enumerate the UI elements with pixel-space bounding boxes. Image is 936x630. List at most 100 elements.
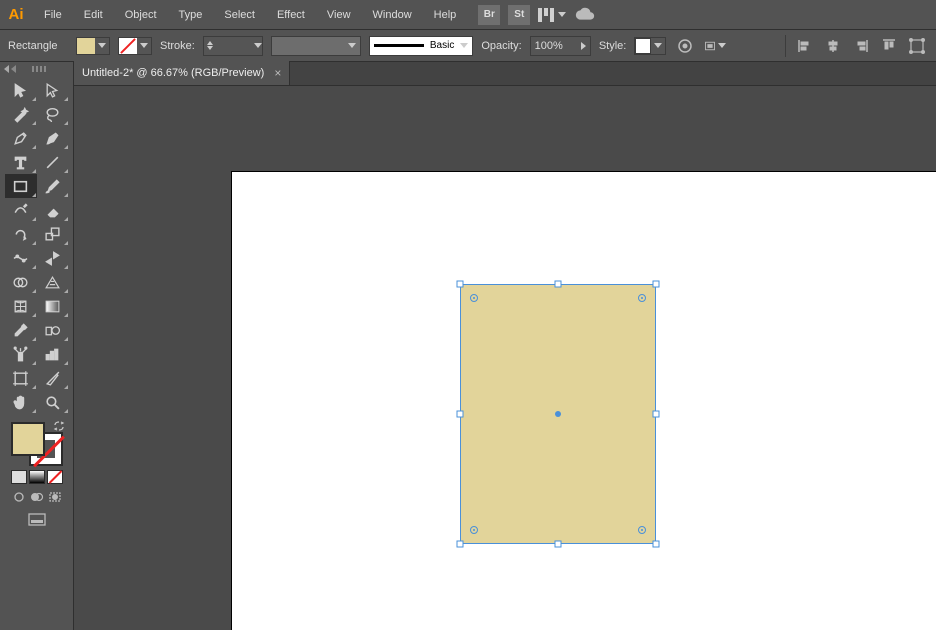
chevron-down-icon: [558, 12, 566, 17]
slice-tool[interactable]: [37, 366, 69, 390]
document-area: Untitled-2* @ 66.67% (RGB/Preview) ×: [74, 62, 936, 630]
color-mode-row: [11, 470, 63, 484]
arrange-docs-icon: [538, 8, 554, 22]
swap-fill-stroke-icon[interactable]: [53, 420, 65, 435]
align-left-button[interactable]: [794, 36, 816, 56]
curvature-tool[interactable]: [37, 126, 69, 150]
lasso-tool[interactable]: [37, 102, 69, 126]
bridge-button[interactable]: Br: [478, 5, 500, 25]
perspective-grid-tool[interactable]: [37, 270, 69, 294]
menu-file[interactable]: File: [34, 5, 72, 25]
menu-effect[interactable]: Effect: [267, 5, 315, 25]
brush-stroke-icon: [374, 44, 424, 47]
fill-swatch-large[interactable]: [11, 422, 45, 456]
live-corner-widget[interactable]: [470, 526, 478, 534]
tools-panel: [0, 62, 74, 630]
live-corner-widget[interactable]: [638, 526, 646, 534]
menu-bar: Ai File Edit Object Type Select Effect V…: [0, 0, 936, 30]
screen-mode-button[interactable]: [27, 512, 47, 531]
recolor-artwork-button[interactable]: [674, 36, 696, 56]
shape-builder-tool[interactable]: [5, 270, 37, 294]
fill-swatch-combo[interactable]: [76, 37, 110, 55]
selection-handle[interactable]: [653, 541, 660, 548]
selection-center-icon: [555, 411, 561, 417]
type-tool[interactable]: [5, 150, 37, 174]
pen-tool[interactable]: [5, 126, 37, 150]
align-hcenter-button[interactable]: [822, 36, 844, 56]
selection-handle[interactable]: [555, 541, 562, 548]
chevron-down-icon: [95, 38, 109, 54]
hand-tool[interactable]: [5, 390, 37, 414]
selection-handle[interactable]: [457, 281, 464, 288]
draw-behind-icon[interactable]: [29, 490, 45, 504]
transform-button[interactable]: [906, 36, 928, 56]
eyedropper-tool[interactable]: [5, 318, 37, 342]
canvas[interactable]: [74, 86, 936, 630]
blend-tool[interactable]: [37, 318, 69, 342]
scale-tool[interactable]: [37, 222, 69, 246]
selection-tool[interactable]: [5, 78, 37, 102]
color-mode-none[interactable]: [47, 470, 63, 484]
symbol-sprayer-tool[interactable]: [5, 342, 37, 366]
selection-handle[interactable]: [555, 281, 562, 288]
direct-selection-tool[interactable]: [37, 78, 69, 102]
fill-stroke-control[interactable]: [9, 420, 65, 468]
graphic-style-combo[interactable]: [634, 37, 666, 55]
draw-inside-icon[interactable]: [47, 490, 63, 504]
stroke-none-swatch: [119, 38, 137, 54]
variable-width-profile[interactable]: [271, 36, 361, 56]
stroke-weight-label: Stroke:: [160, 40, 195, 52]
options-bar: Rectangle Stroke: Basic Opacity: 100% St…: [0, 30, 936, 62]
color-mode-solid[interactable]: [11, 470, 27, 484]
live-corner-widget[interactable]: [638, 294, 646, 302]
selection-handle[interactable]: [653, 411, 660, 418]
selection-handle[interactable]: [653, 281, 660, 288]
stroke-weight-input[interactable]: [203, 36, 263, 56]
gradient-tool[interactable]: [37, 294, 69, 318]
menu-object[interactable]: Object: [115, 5, 167, 25]
eraser-tool[interactable]: [37, 198, 69, 222]
artboard-tool[interactable]: [5, 366, 37, 390]
zoom-tool[interactable]: [37, 390, 69, 414]
width-tool[interactable]: [5, 246, 37, 270]
selection-handle[interactable]: [457, 411, 464, 418]
workspace-switcher[interactable]: [538, 8, 566, 22]
stroke-swatch-combo[interactable]: [118, 37, 152, 55]
menu-view[interactable]: View: [317, 5, 361, 25]
align-to-combo[interactable]: [704, 36, 726, 56]
align-right-button[interactable]: [850, 36, 872, 56]
brush-definition-combo[interactable]: Basic: [369, 36, 473, 56]
color-mode-gradient[interactable]: [29, 470, 45, 484]
align-top-button[interactable]: [878, 36, 900, 56]
menu-help[interactable]: Help: [424, 5, 467, 25]
menu-type[interactable]: Type: [169, 5, 213, 25]
selection-handle[interactable]: [457, 541, 464, 548]
free-transform-tool[interactable]: [37, 246, 69, 270]
paintbrush-tool[interactable]: [37, 174, 69, 198]
stock-button[interactable]: St: [508, 5, 530, 25]
opacity-label: Opacity:: [481, 40, 521, 52]
rectangle-tool[interactable]: [5, 174, 37, 198]
style-swatch: [635, 38, 651, 54]
document-tab[interactable]: Untitled-2* @ 66.67% (RGB/Preview) ×: [74, 61, 290, 85]
opacity-value: 100%: [535, 40, 563, 52]
close-tab-icon[interactable]: ×: [274, 66, 281, 80]
menu-select[interactable]: Select: [214, 5, 265, 25]
magic-wand-tool[interactable]: [5, 102, 37, 126]
sync-icon[interactable]: [574, 6, 596, 24]
shaper-tool[interactable]: [5, 198, 37, 222]
draw-mode-row: [11, 490, 63, 504]
rotate-tool[interactable]: [5, 222, 37, 246]
line-segment-tool[interactable]: [37, 150, 69, 174]
document-tab-title: Untitled-2* @ 66.67% (RGB/Preview): [82, 67, 264, 79]
column-graph-tool[interactable]: [37, 342, 69, 366]
draw-normal-icon[interactable]: [11, 490, 27, 504]
menu-window[interactable]: Window: [363, 5, 422, 25]
opacity-input[interactable]: 100%: [530, 36, 591, 56]
chevron-down-icon: [254, 43, 262, 48]
panel-grip[interactable]: [0, 62, 73, 76]
menu-edit[interactable]: Edit: [74, 5, 113, 25]
live-corner-widget[interactable]: [470, 294, 478, 302]
mesh-tool[interactable]: [5, 294, 37, 318]
chevron-down-icon: [348, 43, 356, 48]
